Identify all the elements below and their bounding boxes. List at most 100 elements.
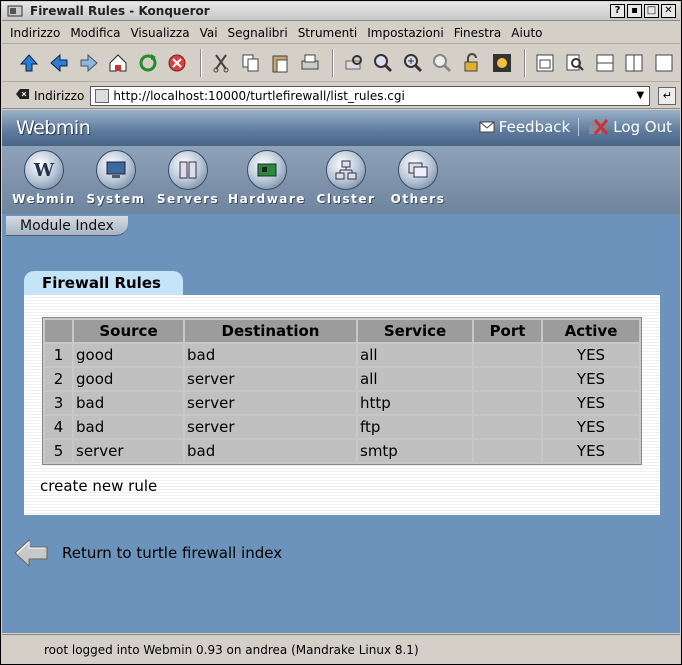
home-icon[interactable] xyxy=(105,48,132,78)
rule-source: good xyxy=(74,344,183,366)
rule-port xyxy=(474,440,541,462)
rule-active: YES xyxy=(543,392,639,414)
col-destination-header: Destination xyxy=(185,320,356,342)
servers-icon xyxy=(168,150,208,190)
panel-title: Firewall Rules xyxy=(24,271,183,295)
table-row[interactable]: 5 server bad smtp YES xyxy=(45,440,639,462)
sidebar-icon[interactable] xyxy=(532,48,559,78)
zoom-out-icon[interactable] xyxy=(429,48,456,78)
table-row[interactable]: 1 good bad all YES xyxy=(45,344,639,366)
feedback-link[interactable]: Feedback xyxy=(479,118,570,136)
menu-bar: Indirizzo Modifica Visualizza Vai Segnal… xyxy=(2,22,680,44)
module-index-link[interactable]: Module Index xyxy=(6,216,128,236)
rule-port xyxy=(474,416,541,438)
return-link[interactable]: Return to turtle firewall index xyxy=(12,536,282,570)
category-label: Cluster xyxy=(316,192,376,206)
menu-aiuto[interactable]: Aiuto xyxy=(511,26,542,40)
go-icon[interactable]: ↵ xyxy=(658,86,677,105)
maximize-button[interactable]: □ xyxy=(644,4,659,18)
webmin-logo[interactable]: Webmin xyxy=(16,117,91,139)
reload-icon[interactable] xyxy=(135,48,162,78)
category-cluster[interactable]: Cluster xyxy=(310,146,382,214)
rule-service: smtp xyxy=(358,440,472,462)
zoom-in-icon[interactable] xyxy=(400,48,427,78)
split-vertical-icon[interactable] xyxy=(621,48,648,78)
url-text: http://localhost:10000/turtlefirewall/li… xyxy=(113,88,405,103)
menu-segnalibri[interactable]: Segnalibri xyxy=(228,26,288,40)
menu-impostazioni[interactable]: Impostazioni xyxy=(367,26,443,40)
up-icon[interactable] xyxy=(16,48,43,78)
back-icon[interactable] xyxy=(46,48,73,78)
paste-icon[interactable] xyxy=(267,48,294,78)
feedback-label: Feedback xyxy=(498,118,571,136)
location-bar: Indirizzo http://localhost:10000/turtlef… xyxy=(2,83,680,109)
view-icon[interactable] xyxy=(651,48,678,78)
menu-indirizzo[interactable]: Indirizzo xyxy=(10,26,60,40)
return-link-label[interactable]: Return to turtle firewall index xyxy=(62,544,282,562)
rule-source: bad xyxy=(74,392,183,414)
lock-icon[interactable] xyxy=(459,48,486,78)
back-arrow-icon[interactable] xyxy=(12,536,50,570)
forward-icon[interactable] xyxy=(75,48,102,78)
minimize-button[interactable]: ▪ xyxy=(627,4,642,18)
category-label: System xyxy=(86,192,146,206)
browser-window: Firewall Rules - Konqueror ? ▪ □ ✕ Indir… xyxy=(0,0,682,665)
category-others[interactable]: Others xyxy=(382,146,454,214)
rule-service: http xyxy=(358,392,472,414)
status-text: root logged into Webmin 0.93 on andrea (… xyxy=(44,642,419,657)
rule-number[interactable]: 3 xyxy=(45,392,72,414)
rules-panel: Source Destination Service Port Active 1… xyxy=(24,295,660,515)
category-hardware[interactable]: Hardware xyxy=(224,146,310,214)
rule-port xyxy=(474,368,541,390)
copy-icon[interactable] xyxy=(237,48,264,78)
category-system[interactable]: System xyxy=(80,146,152,214)
rule-destination: bad xyxy=(185,440,356,462)
close-button[interactable]: ✕ xyxy=(661,4,676,18)
rule-number[interactable]: 1 xyxy=(45,344,72,366)
col-number-header xyxy=(45,320,72,342)
table-row[interactable]: 4 bad server ftp YES xyxy=(45,416,639,438)
rule-source: good xyxy=(74,368,183,390)
stop-icon[interactable] xyxy=(164,48,191,78)
rule-number[interactable]: 5 xyxy=(45,440,72,462)
split-horizontal-icon[interactable] xyxy=(591,48,618,78)
zoom-icon[interactable] xyxy=(370,48,397,78)
rule-number[interactable]: 2 xyxy=(45,368,72,390)
windows-icon xyxy=(398,150,438,190)
menu-visualizza[interactable]: Visualizza xyxy=(130,26,189,40)
print-icon[interactable] xyxy=(297,48,324,78)
find-icon[interactable] xyxy=(562,48,589,78)
help-button[interactable]: ? xyxy=(610,4,625,18)
clear-location-icon[interactable] xyxy=(16,88,30,103)
menu-finestra[interactable]: Finestra xyxy=(454,26,502,40)
konqueror-icon xyxy=(6,4,24,18)
table-row[interactable]: 2 good server all YES xyxy=(45,368,639,390)
rule-source: server xyxy=(74,440,183,462)
title-bar[interactable]: Firewall Rules - Konqueror ? ▪ □ ✕ xyxy=(2,2,680,21)
url-input[interactable]: http://localhost:10000/turtlefirewall/li… xyxy=(90,85,651,106)
rule-service: ftp xyxy=(358,416,472,438)
category-servers[interactable]: Servers xyxy=(152,146,224,214)
rule-destination: server xyxy=(185,416,356,438)
page-favicon xyxy=(95,88,110,103)
print-preview-icon[interactable] xyxy=(340,48,367,78)
category-label: Others xyxy=(390,192,446,206)
rule-destination: bad xyxy=(185,344,356,366)
toolbar xyxy=(2,45,680,82)
table-row[interactable]: 3 bad server http YES xyxy=(45,392,639,414)
cut-icon[interactable] xyxy=(208,48,235,78)
rule-active: YES xyxy=(543,416,639,438)
logout-link[interactable]: Log Out xyxy=(587,118,672,136)
url-history-dropdown-icon[interactable]: ▼ xyxy=(633,89,647,103)
menu-strumenti[interactable]: Strumenti xyxy=(298,26,358,40)
create-rule-link[interactable]: create new rule xyxy=(40,477,157,495)
menu-modifica[interactable]: Modifica xyxy=(70,26,120,40)
logout-label: Log Out xyxy=(613,118,672,136)
window-title: Firewall Rules - Konqueror xyxy=(30,4,210,18)
menu-vai[interactable]: Vai xyxy=(200,26,218,40)
rule-number[interactable]: 4 xyxy=(45,416,72,438)
rules-table: Source Destination Service Port Active 1… xyxy=(42,317,642,465)
location-label: Indirizzo xyxy=(34,88,85,103)
settings-icon[interactable] xyxy=(488,48,515,78)
category-webmin[interactable]: W Webmin xyxy=(8,146,80,214)
